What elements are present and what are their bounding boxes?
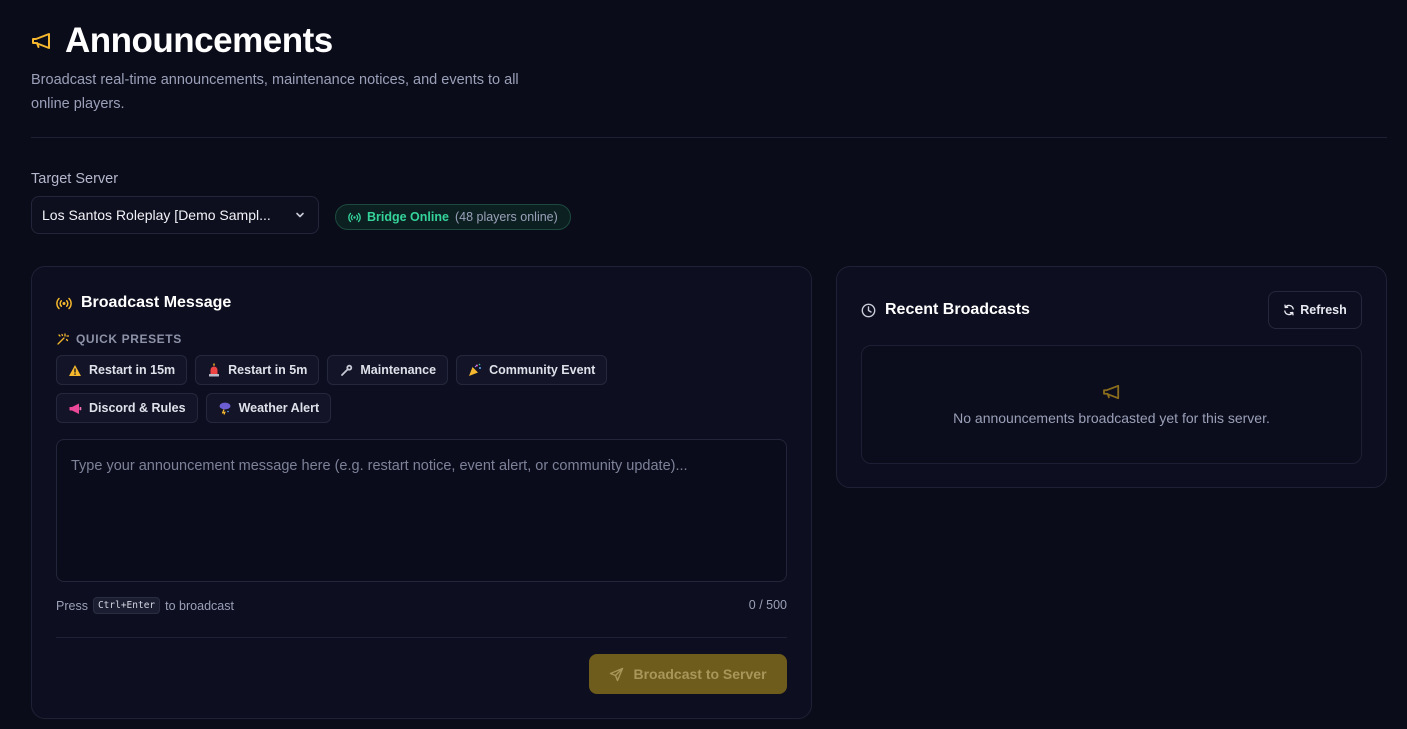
broadcast-to-server-button[interactable]: Broadcast to Server [589, 654, 787, 694]
megaphone-icon [31, 30, 53, 52]
server-select[interactable]: Los Santos Roleplay [Demo Sampl... [31, 196, 319, 234]
preset-label: Discord & Rules [89, 401, 186, 415]
storm-icon [218, 401, 232, 415]
siren-icon [207, 363, 221, 377]
refresh-button-label: Refresh [1300, 303, 1347, 317]
refresh-button[interactable]: Refresh [1268, 291, 1362, 329]
hint-prefix: Press [56, 598, 88, 613]
preset-maintenance-button[interactable]: Maintenance [327, 355, 449, 385]
server-select-value: Los Santos Roleplay [Demo Sampl... [42, 207, 271, 223]
magic-wand-icon [56, 332, 69, 346]
header-divider [31, 137, 1387, 138]
empty-state: No announcements broadcasted yet for thi… [861, 345, 1362, 464]
hint-suffix: to broadcast [165, 598, 234, 613]
broadcast-card-title-text: Broadcast Message [81, 294, 232, 311]
preset-community-event-button[interactable]: Community Event [456, 355, 608, 385]
preset-label: Maintenance [360, 363, 437, 377]
card-divider [56, 637, 787, 638]
broadcast-signal-icon [56, 297, 72, 310]
page-header: Announcements Broadcast real-time announ… [31, 20, 551, 116]
target-server-label: Target Server [31, 171, 119, 187]
quick-presets-label-text: QUICK PRESETS [76, 332, 182, 346]
preset-weather-alert-button[interactable]: Weather Alert [205, 393, 332, 423]
preset-label: Restart in 5m [228, 363, 308, 377]
preset-label: Restart in 15m [89, 363, 176, 377]
refresh-icon [1283, 304, 1295, 316]
broadcast-signal-icon [348, 212, 361, 223]
clock-icon [861, 303, 876, 318]
megaphone-icon [1102, 384, 1122, 400]
recent-card-title-text: Recent Broadcasts [885, 301, 1030, 318]
broadcast-message-card: Broadcast Message QUICK PRESETS Restart … [31, 266, 812, 719]
title-row: Announcements [31, 20, 551, 62]
preset-list: Restart in 15m Restart in 5m Maintenance… [56, 355, 756, 423]
recent-broadcasts-card: Recent Broadcasts Refresh No announcemen… [836, 266, 1387, 488]
chevron-down-icon [294, 209, 306, 221]
recent-card-title: Recent Broadcasts [861, 301, 1030, 319]
quick-presets-label: QUICK PRESETS [56, 332, 182, 346]
broadcast-button-label: Broadcast to Server [633, 666, 767, 682]
page-title: Announcements [65, 21, 333, 60]
send-icon [609, 667, 624, 682]
keyboard-hint: Press Ctrl+Enter to broadcast [56, 597, 234, 614]
preset-restart-15m-button[interactable]: Restart in 15m [56, 355, 188, 385]
page-subtitle: Broadcast real-time announcements, maint… [31, 72, 519, 112]
preset-discord-rules-button[interactable]: Discord & Rules [56, 393, 198, 423]
party-popper-icon [468, 363, 482, 377]
message-placeholder: Type your announcement message here (e.g… [71, 458, 688, 474]
warning-icon [68, 363, 82, 377]
message-textarea[interactable]: Type your announcement message here (e.g… [56, 439, 787, 582]
preset-label: Community Event [489, 363, 596, 377]
bridge-status-badge: Bridge Online (48 players online) [335, 204, 571, 230]
players-online-count: (48 players online) [454, 210, 558, 224]
loudspeaker-icon [68, 401, 82, 415]
preset-restart-5m-button[interactable]: Restart in 5m [195, 355, 320, 385]
hint-key: Ctrl+Enter [92, 597, 161, 614]
preset-label: Weather Alert [238, 401, 320, 415]
character-count: 0 / 500 [748, 598, 787, 612]
wrench-icon [339, 363, 353, 377]
bridge-status-text: Bridge Online [367, 210, 449, 224]
announcements-page: Announcements Broadcast real-time announ… [0, 0, 1407, 729]
empty-state-text: No announcements broadcasted yet for thi… [953, 409, 1270, 426]
broadcast-card-title: Broadcast Message [56, 294, 231, 312]
